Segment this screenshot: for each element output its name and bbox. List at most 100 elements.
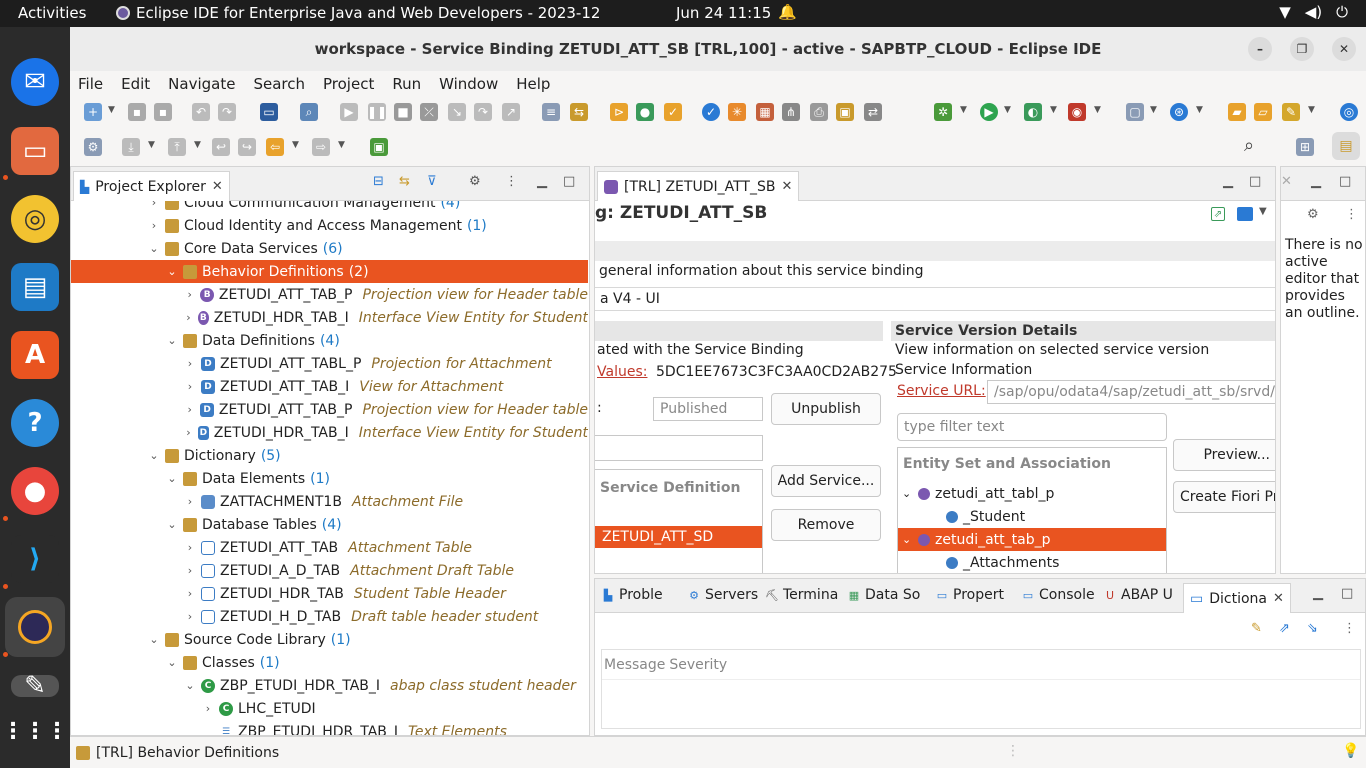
collapse-all-icon[interactable]: ⊟	[373, 174, 384, 189]
print-icon[interactable]: ⎙	[810, 103, 828, 121]
tree-item[interactable]: › ZETUDI_A_D_TAB Attachment Draft Table	[71, 559, 588, 582]
entity-row[interactable]: ⌄ zetudi_att_tabl_p	[898, 482, 1166, 505]
transport-icon[interactable]: ▣	[836, 103, 854, 121]
chevron-down-icon[interactable]: ▼	[1050, 105, 1057, 115]
tree-item[interactable]: ⌄ Data Elements (1)	[71, 467, 588, 490]
undo-icon[interactable]: ↶	[192, 103, 210, 121]
step-into-icon[interactable]: ↘	[448, 103, 466, 121]
compare-icon[interactable]: ⇄	[864, 103, 882, 121]
chevron-right-icon[interactable]: ›	[183, 357, 197, 370]
menu-navigate[interactable]: Navigate	[168, 75, 235, 93]
browser-icon[interactable]: ◎	[1340, 103, 1358, 121]
chevron-right-icon[interactable]: ›	[183, 564, 197, 577]
forward-icon[interactable]: ⇨	[312, 138, 330, 156]
gear-icon[interactable]: ⚙	[1307, 207, 1319, 222]
use-filters-icon[interactable]: ⇆	[570, 103, 588, 121]
tree-item[interactable]: › ZETUDI_H_D_TAB Draft table header studen…	[71, 605, 588, 628]
new-icon[interactable]: +	[84, 103, 102, 121]
preview-button[interactable]: Preview...	[1173, 439, 1275, 471]
tip-icon[interactable]: 💡	[1342, 743, 1359, 759]
tree-item[interactable]: ⌄ Database Tables (4)	[71, 513, 588, 536]
tab-problems[interactable]: ▙ Proble	[601, 587, 663, 603]
chevron-right-icon[interactable]: ›	[183, 426, 194, 439]
chevron-down-icon[interactable]: ⌄	[165, 518, 179, 531]
tab-properties[interactable]: ▭ Propert	[935, 587, 1004, 603]
step-over-icon[interactable]: ↷	[474, 103, 492, 121]
chevron-right-icon[interactable]: ›	[183, 311, 194, 324]
create-fiori-button[interactable]: Create Fiori Pr	[1173, 481, 1275, 513]
chevron-down-icon[interactable]: ⌄	[165, 265, 179, 278]
connections-icon[interactable]: ⋔	[782, 103, 800, 121]
rhythmbox-icon[interactable]: ◎	[11, 195, 59, 243]
activities-button[interactable]: Activities	[18, 4, 86, 22]
tree-item[interactable]: ⌄ Source Code Library (1)	[71, 628, 588, 651]
export-icon[interactable]: ⇗	[1279, 621, 1290, 636]
tab-dictionary[interactable]: ▭ Dictiona ✕	[1183, 583, 1291, 613]
chevron-down-icon[interactable]: ▼	[148, 140, 155, 150]
spark-icon[interactable]: ✳	[728, 103, 746, 121]
service-url-link[interactable]: Service URL:	[897, 383, 986, 399]
chevron-right-icon[interactable]: ›	[147, 201, 161, 209]
entity-row[interactable]: _Attachments	[898, 551, 1166, 573]
tree-item[interactable]: ⌄ Data Definitions (4)	[71, 329, 588, 352]
entity-filter-input[interactable]: type filter text	[897, 413, 1167, 441]
debug-icon[interactable]: ✲	[934, 103, 952, 121]
forward-edit-icon[interactable]: ↪	[238, 138, 256, 156]
maximize-view-icon[interactable]: □	[1341, 586, 1353, 601]
globe-icon[interactable]: ●	[636, 103, 654, 121]
open-folder-icon[interactable]: ▰	[1228, 103, 1246, 121]
export-icon[interactable]: ⇗	[1211, 207, 1225, 221]
stop-icon[interactable]: ■	[394, 103, 412, 121]
settings-menu-icon[interactable]	[1237, 207, 1253, 221]
vscode-icon[interactable]: ⟩	[11, 535, 59, 583]
values-link[interactable]: Values:	[597, 364, 647, 380]
back-icon[interactable]: ⇦	[266, 138, 284, 156]
tree-item[interactable]: ⌄ Core Data Services (6)	[71, 237, 588, 260]
chevron-down-icon[interactable]: ⌄	[902, 533, 916, 546]
tree-item[interactable]: › ZETUDI_ATT_TAB Attachment Table	[71, 536, 588, 559]
chevron-right-icon[interactable]: ›	[183, 380, 197, 393]
menu-help[interactable]: Help	[516, 75, 550, 93]
open-type-icon[interactable]: ⊳	[610, 103, 628, 121]
abap-icon[interactable]: ▦	[756, 103, 774, 121]
redo-icon[interactable]: ↷	[218, 103, 236, 121]
tree-item[interactable]: › Cloud Communication Management (4)	[71, 201, 588, 214]
save-icon[interactable]: ▪	[128, 103, 146, 121]
close-icon[interactable]: ✕	[1273, 591, 1284, 606]
tree-item[interactable]: › D ZETUDI_ATT_TABL_P Projection for Attach…	[71, 352, 588, 375]
close-icon[interactable]: ✕	[1332, 37, 1356, 61]
minimize-view-icon[interactable]: ▁	[1313, 586, 1323, 601]
pin-editor-icon[interactable]: ▣	[370, 138, 388, 156]
open-file-icon[interactable]: ▱	[1254, 103, 1272, 121]
service-url-field[interactable]: /sap/opu/odata4/sap/zetudi_att_sb/srvd/s	[987, 380, 1275, 404]
suspend-icon[interactable]: ❚❚	[367, 103, 387, 121]
chevron-down-icon[interactable]: ⌄	[165, 656, 179, 669]
minimize-icon[interactable]: –	[1248, 37, 1272, 61]
minimize-view-icon[interactable]: ▁	[537, 174, 547, 189]
chevron-down-icon[interactable]: ⌄	[147, 242, 161, 255]
chrome-icon[interactable]: ●	[11, 467, 59, 515]
chevron-right-icon[interactable]: ›	[183, 587, 197, 600]
remove-button[interactable]: Remove	[771, 509, 881, 541]
chevron-right-icon[interactable]: ›	[183, 288, 196, 301]
prev-annotation-icon[interactable]: ⤒	[168, 138, 186, 156]
files-icon[interactable]: ▭	[11, 127, 59, 175]
thunderbird-icon[interactable]: ✉	[11, 58, 59, 106]
next-annotation-icon[interactable]: ⤓	[122, 138, 140, 156]
chevron-down-icon[interactable]: ▼	[1150, 105, 1157, 115]
tree-item[interactable]: › Cloud Identity and Access Management (1)	[71, 214, 588, 237]
tree-item[interactable]: ☰ ZBP_ETUDI_HDR_TAB_I Text Elements	[71, 720, 588, 735]
binding-type-field[interactable]: a V4 - UI	[595, 287, 1275, 311]
tab-abap-unit[interactable]: U ABAP U	[1103, 587, 1173, 603]
chevron-right-icon[interactable]: ›	[201, 702, 215, 715]
menu-window[interactable]: Window	[439, 75, 498, 93]
app-menu[interactable]: Eclipse IDE for Enterprise Java and Web …	[116, 4, 600, 22]
minimize-view-icon[interactable]: ▁	[1311, 174, 1321, 189]
unpublish-button[interactable]: Unpublish	[771, 393, 881, 425]
chevron-down-icon[interactable]: ⌄	[902, 487, 916, 500]
step-return-icon[interactable]: ↗	[502, 103, 520, 121]
task-icon[interactable]: ✓	[664, 103, 682, 121]
chevron-down-icon[interactable]: ▼	[338, 140, 345, 150]
search-tool-icon[interactable]: ⌕	[300, 103, 318, 121]
terminal-icon[interactable]: ▭	[260, 103, 278, 121]
